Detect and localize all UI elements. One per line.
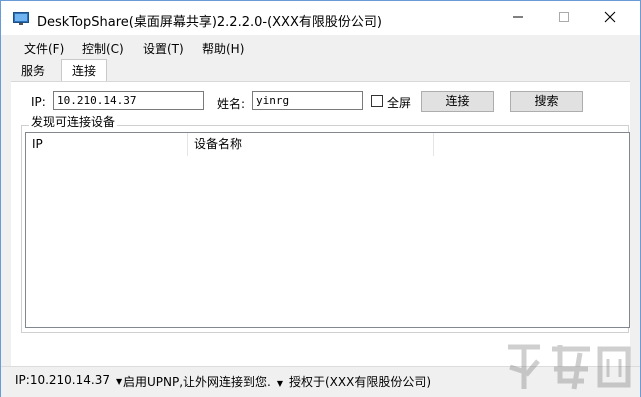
watermark-logo — [504, 341, 634, 396]
name-input[interactable]: yinrg — [252, 91, 363, 110]
devices-group-title: 发现可连接设备 — [29, 113, 118, 130]
menu-settings[interactable]: 设置(T) — [143, 40, 184, 57]
devices-list[interactable]: IP 设备名称 — [25, 132, 630, 328]
connect-button[interactable]: 连接 — [421, 91, 494, 112]
close-icon — [604, 11, 616, 26]
ip-input[interactable]: 10.210.14.37 — [53, 91, 204, 110]
menu-help[interactable]: 帮助(H) — [202, 40, 244, 57]
close-button[interactable] — [587, 1, 633, 35]
status-upnp[interactable]: 启用UPNP,让外网连接到您. ▼ — [123, 373, 283, 390]
status-license: 授权于(XXX有限股份公司) — [289, 375, 432, 389]
caret-down-icon: ▼ — [115, 377, 123, 386]
column-header-device-name[interactable]: 设备名称 — [188, 133, 434, 156]
minimize-icon — [512, 11, 524, 26]
column-header-ip[interactable]: IP — [26, 133, 188, 156]
ip-label: IP: — [31, 95, 46, 109]
search-button[interactable]: 搜索 — [510, 91, 583, 112]
fullscreen-label: 全屏 — [387, 96, 412, 110]
monitor-icon — [13, 12, 29, 25]
status-upnp-text: 启用UPNP,让外网连接到您. — [123, 375, 271, 389]
maximize-icon — [558, 11, 570, 26]
tab-service[interactable]: 服务 — [15, 61, 51, 81]
title-bar: DeskTopShare(桌面屏幕共享)2.2.2.0-(XXX有限股份公司) — [1, 1, 640, 35]
status-ip-text: IP:10.210.14.37 — [15, 373, 110, 387]
menu-file[interactable]: 文件(F) — [24, 40, 64, 57]
fullscreen-checkbox[interactable] — [371, 95, 383, 107]
caret-down-icon: ▼ — [276, 379, 284, 388]
window-title: DeskTopShare(桌面屏幕共享)2.2.2.0-(XXX有限股份公司) — [37, 15, 382, 30]
tab-connect[interactable]: 连接 — [61, 59, 108, 82]
status-ip[interactable]: IP:10.210.14.37 ▼ — [15, 373, 122, 387]
maximize-button[interactable] — [541, 1, 587, 35]
minimize-button[interactable] — [495, 1, 541, 35]
app-window: DeskTopShare(桌面屏幕共享)2.2.2.0-(XXX有限股份公司) … — [0, 0, 641, 397]
menu-control[interactable]: 控制(C) — [82, 40, 124, 57]
name-label: 姓名: — [217, 97, 246, 111]
